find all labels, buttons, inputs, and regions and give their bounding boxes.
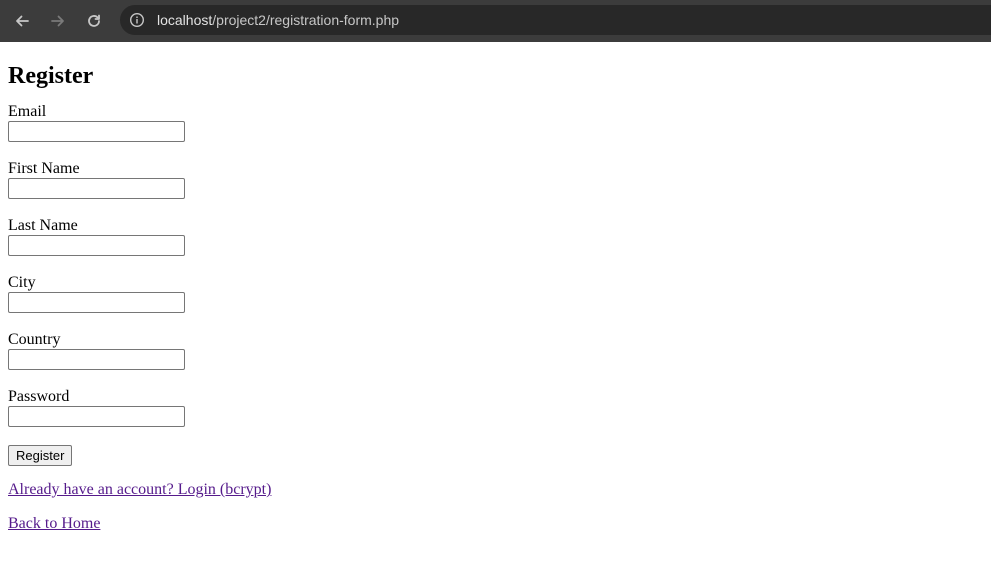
first-name-field-group: First Name [8, 160, 983, 199]
last-name-field-group: Last Name [8, 217, 983, 256]
country-input[interactable] [8, 349, 185, 370]
password-label: Password [8, 388, 70, 405]
country-label: Country [8, 331, 61, 348]
reload-button[interactable] [80, 7, 108, 35]
url-host: localhost [157, 12, 213, 28]
info-icon[interactable] [129, 12, 145, 28]
reload-icon [88, 14, 100, 27]
page-title: Register [8, 63, 94, 89]
last-name-input[interactable] [8, 235, 185, 256]
email-input[interactable] [8, 121, 185, 142]
password-input[interactable] [8, 406, 185, 427]
last-name-label: Last Name [8, 217, 78, 234]
page-links: Already have an account? Login (bcrypt) … [8, 481, 983, 533]
back-to-home-link[interactable]: Back to Home [8, 515, 983, 533]
country-field-group: Country [8, 331, 983, 370]
arrow-right-icon [51, 15, 64, 27]
city-field-group: City [8, 274, 983, 313]
arrow-left-icon [16, 15, 29, 27]
address-bar[interactable]: localhost/project2/registration-form.php [120, 5, 991, 35]
password-field-group: Password [8, 388, 983, 427]
city-label: City [8, 274, 36, 291]
city-input[interactable] [8, 292, 185, 313]
url-text[interactable]: localhost/project2/registration-form.php [157, 5, 399, 35]
forward-button[interactable] [44, 7, 72, 35]
url-path: /project2/registration-form.php [212, 12, 400, 28]
browser-toolbar: localhost/project2/registration-form.php [0, 0, 991, 42]
email-field-group: Email [8, 103, 983, 142]
email-label: Email [8, 103, 47, 120]
registration-form: Email First Name Last Name City Country … [8, 103, 983, 466]
page-content: Register Email First Name Last Name City… [8, 42, 983, 533]
back-button[interactable] [8, 7, 36, 35]
first-name-input[interactable] [8, 178, 185, 199]
register-button[interactable]: Register [8, 445, 73, 466]
first-name-label: First Name [8, 160, 80, 177]
login-link[interactable]: Already have an account? Login (bcrypt) [8, 481, 983, 499]
